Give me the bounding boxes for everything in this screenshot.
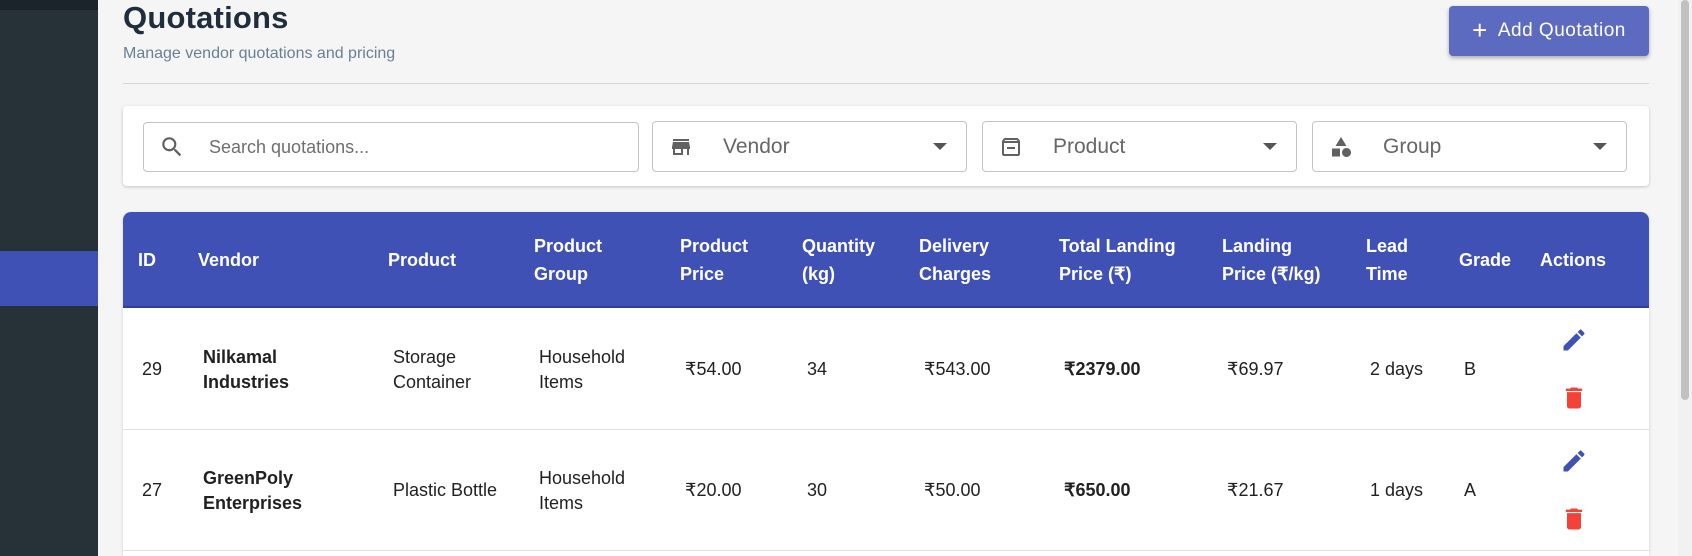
column-header-actions: Actions <box>1540 250 1607 270</box>
cell-vendor: Nilkamal Industries <box>203 346 290 392</box>
sidebar-top-strip <box>0 0 98 10</box>
cell-product-price: ₹20.00 <box>685 480 742 500</box>
scrollbar-thumb[interactable] <box>1681 0 1689 400</box>
cell-quantity: 34 <box>807 359 828 379</box>
page-scrollbar[interactable] <box>1678 0 1692 556</box>
edit-button[interactable] <box>1559 446 1589 476</box>
add-quotation-button[interactable]: + Add Quotation <box>1449 6 1649 56</box>
trash-icon <box>1565 387 1583 409</box>
cell-product-group: Household Items <box>539 346 626 392</box>
main-content: Quotations Manage vendor quotations and … <box>98 0 1678 556</box>
filter-card: Vendor Product Group <box>123 106 1649 186</box>
add-quotation-label: Add Quotation <box>1497 20 1626 41</box>
category-icon <box>1332 136 1351 157</box>
plus-icon: + <box>1472 14 1488 45</box>
vendor-select[interactable]: Vendor <box>652 121 967 172</box>
pencil-icon <box>1563 450 1585 472</box>
group-select[interactable]: Group <box>1312 121 1627 172</box>
cell-landing-price: ₹21.67 <box>1227 480 1284 500</box>
cell-id: 27 <box>142 480 163 500</box>
store-icon <box>672 138 690 155</box>
delete-button[interactable] <box>1559 504 1589 534</box>
column-header-vendor[interactable]: Vendor <box>198 212 348 308</box>
header-divider <box>123 83 1649 84</box>
group-select-label: Group <box>1383 134 1442 158</box>
pencil-icon <box>1563 329 1585 351</box>
column-header-quantity[interactable]: Quantity (kg) <box>802 212 892 308</box>
column-header-product[interactable]: Product <box>388 212 508 308</box>
cell-product-price: ₹54.00 <box>685 359 742 379</box>
cell-id: 29 <box>142 359 163 379</box>
search-input[interactable] <box>209 136 609 158</box>
cell-lead-time: 2 days <box>1370 359 1424 379</box>
column-header-lead-time[interactable]: Lead Time <box>1366 212 1426 308</box>
vendor-select-label: Vendor <box>723 134 790 158</box>
chevron-down-icon <box>1263 143 1277 150</box>
sidebar <box>0 0 98 556</box>
column-header-delivery-charges[interactable]: Delivery Charges <box>919 212 1009 308</box>
trash-icon <box>1565 508 1583 530</box>
cell-landing-price: ₹69.97 <box>1227 359 1284 379</box>
column-header-landing-price[interactable]: Landing Price (₹/kg) <box>1222 212 1337 308</box>
product-select-label: Product <box>1053 134 1126 158</box>
cell-product: Plastic Bottle <box>393 480 498 500</box>
column-header-grade[interactable]: Grade <box>1459 212 1519 308</box>
page-subtitle: Manage vendor quotations and pricing <box>123 45 396 62</box>
chevron-down-icon <box>1593 143 1607 150</box>
chevron-down-icon <box>933 143 947 150</box>
cell-lead-time: 1 days <box>1370 480 1424 500</box>
cell-total-landing-price: ₹2379.00 <box>1064 359 1141 379</box>
product-select[interactable]: Product <box>982 121 1297 172</box>
table-row[interactable]: 29 Nilkamal Industries Storage Container… <box>123 309 1649 430</box>
page-title: Quotations <box>123 0 289 35</box>
cell-grade: A <box>1464 480 1477 500</box>
cell-vendor: GreenPoly Enterprises <box>203 467 303 513</box>
sidebar-active-item[interactable] <box>0 251 98 306</box>
table-header: ID Vendor Product Product Group Product … <box>123 212 1649 308</box>
quotations-table: ID Vendor Product Product Group Product … <box>123 212 1649 556</box>
cell-grade: B <box>1464 359 1477 379</box>
search-icon <box>162 137 182 157</box>
cell-total-landing-price: ₹650.00 <box>1064 480 1131 500</box>
cell-delivery-charges: ₹543.00 <box>924 359 991 379</box>
column-header-total-landing-price[interactable]: Total Landing Price (₹) <box>1059 212 1199 308</box>
search-field[interactable] <box>143 122 639 172</box>
column-header-product-price[interactable]: Product Price <box>680 212 770 308</box>
column-header-product-group[interactable]: Product Group <box>534 212 624 308</box>
table-row[interactable]: 27 GreenPoly Enterprises Plastic Bottle … <box>123 430 1649 551</box>
delete-button[interactable] <box>1559 383 1589 413</box>
cell-quantity: 30 <box>807 480 828 500</box>
edit-button[interactable] <box>1559 325 1589 355</box>
cell-delivery-charges: ₹50.00 <box>924 480 981 500</box>
column-header-id[interactable]: ID <box>138 212 178 308</box>
cell-product-group: Household Items <box>539 467 626 513</box>
cell-product: Storage Container <box>393 346 472 392</box>
archive-icon <box>1002 137 1020 156</box>
